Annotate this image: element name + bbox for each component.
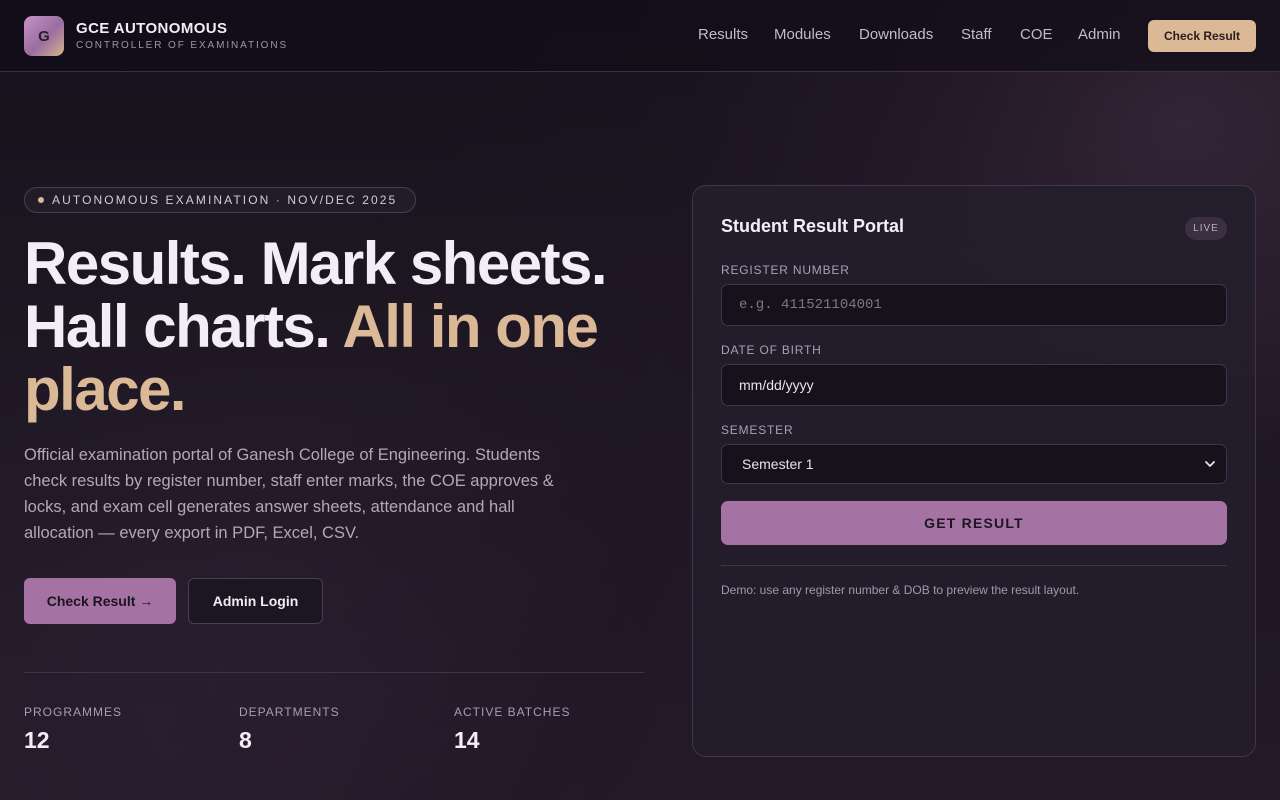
semester-select[interactable]: Semester 1 <box>721 444 1227 484</box>
dob-value: mm/dd/yyyy <box>739 377 814 393</box>
result-portal-card: Student Result Portal LIVE REGISTER NUMB… <box>692 185 1256 757</box>
brand-subtitle: CONTROLLER OF EXAMINATIONS <box>76 40 289 51</box>
stat-label: DEPARTMENTS <box>239 705 340 719</box>
stat-departments: DEPARTMENTS 8 <box>239 705 340 754</box>
headline-accent-2: place. <box>24 356 187 423</box>
get-result-button[interactable]: GET RESULT <box>721 501 1227 545</box>
headline-accent-1: All in one <box>342 293 599 360</box>
headline-line-2: Hall charts. <box>24 293 331 360</box>
header-check-result-button[interactable]: Check Result <box>1148 20 1256 52</box>
dob-input[interactable]: mm/dd/yyyy <box>721 364 1227 406</box>
logo-letter: G <box>38 27 50 45</box>
check-result-button[interactable]: Check Result → <box>24 578 176 624</box>
stat-value: 14 <box>454 727 480 753</box>
stat-value: 8 <box>239 727 252 753</box>
dob-label: DATE OF BIRTH <box>721 343 822 357</box>
semester-label: SEMESTER <box>721 423 794 437</box>
exam-session-pill: AUTONOMOUS EXAMINATION · NOV/DEC 2025 <box>24 187 416 213</box>
nav-downloads[interactable]: Downloads <box>859 26 933 43</box>
register-number-label: REGISTER NUMBER <box>721 263 850 277</box>
brand-title[interactable]: GCE AUTONOMOUS <box>76 20 227 37</box>
portal-title: Student Result Portal <box>721 216 905 236</box>
stats-divider <box>24 672 644 673</box>
nav-staff[interactable]: Staff <box>961 26 992 43</box>
hero-description: Official examination portal of Ganesh Co… <box>24 446 554 542</box>
demo-note: Demo: use any register number & DOB to p… <box>721 583 1080 597</box>
status-dot-icon <box>38 197 44 203</box>
chevron-down-icon <box>1205 461 1215 467</box>
admin-login-button[interactable]: Admin Login <box>188 578 323 624</box>
nav-modules[interactable]: Modules <box>774 26 831 43</box>
register-number-input[interactable] <box>739 297 1226 313</box>
nav-admin[interactable]: Admin <box>1078 26 1121 43</box>
stat-programmes: PROGRAMMES 12 <box>24 705 122 754</box>
semester-value: Semester 1 <box>742 456 814 472</box>
logo[interactable]: G <box>24 16 64 56</box>
top-header: G GCE AUTONOMOUS CONTROLLER OF EXAMINATI… <box>0 0 1280 72</box>
hero-headline: Results. Mark sheets. Hall charts. All i… <box>24 232 664 421</box>
stat-label: ACTIVE BATCHES <box>454 705 571 719</box>
stat-active-batches: ACTIVE BATCHES 14 <box>454 705 570 754</box>
card-divider <box>721 565 1227 566</box>
stat-label: PROGRAMMES <box>24 705 123 719</box>
register-number-field[interactable] <box>721 284 1227 326</box>
headline-line-1: Results. Mark sheets. <box>24 230 608 297</box>
exam-session-text: AUTONOMOUS EXAMINATION · NOV/DEC 2025 <box>52 193 398 207</box>
live-badge: LIVE <box>1185 217 1227 240</box>
stat-value: 12 <box>24 727 50 753</box>
nav-coe[interactable]: COE <box>1020 26 1053 43</box>
nav-results[interactable]: Results <box>698 26 748 43</box>
